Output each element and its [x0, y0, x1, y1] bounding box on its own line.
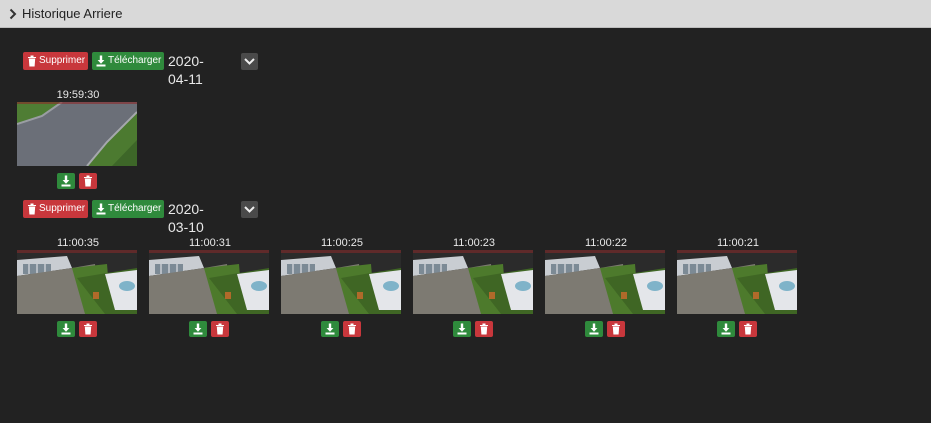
trash-icon [84, 175, 92, 187]
trash-icon [28, 203, 36, 215]
snapshot-time: 11:00:35 [56, 237, 99, 249]
download-icon [721, 323, 731, 335]
download-icon [96, 203, 106, 215]
snapshot-delete-button[interactable] [79, 321, 97, 337]
trash-icon [480, 323, 488, 335]
group-date: 2020-03-10 [168, 201, 204, 235]
snapshot-delete-button[interactable] [607, 321, 625, 337]
snapshot-delete-button[interactable] [211, 321, 229, 337]
yard-image [149, 250, 269, 314]
snapshot-download-button[interactable] [57, 173, 75, 189]
snapshot-download-button[interactable] [189, 321, 207, 337]
snapshot-download-button[interactable] [717, 321, 735, 337]
section-header[interactable]: Historique Arriere [0, 0, 931, 28]
trash-icon [744, 323, 752, 335]
chevron-right-icon [9, 8, 17, 20]
trash-icon [216, 323, 224, 335]
download-icon [589, 323, 599, 335]
yard-image [17, 250, 137, 314]
download-icon [457, 323, 467, 335]
delete-all-label: Supprimer [39, 203, 86, 214]
snapshot-download-button[interactable] [453, 321, 471, 337]
date-dropdown-toggle[interactable] [241, 53, 258, 70]
download-all-button[interactable]: Télécharger [92, 52, 164, 70]
download-all-label: Télécharger [108, 203, 162, 214]
snapshot-card: 11:00:31 [149, 237, 271, 337]
snapshot-thumbnail[interactable] [281, 250, 401, 314]
snapshot-card: 11:00:35 [17, 237, 139, 337]
chevron-down-icon [244, 58, 255, 65]
trash-icon [612, 323, 620, 335]
snapshot-card: 11:00:21 [677, 237, 799, 337]
download-icon [96, 55, 106, 67]
driveway-image [17, 102, 137, 166]
snapshot-delete-button[interactable] [475, 321, 493, 337]
delete-all-label: Supprimer [39, 55, 86, 66]
yard-image [677, 250, 797, 314]
delete-all-button[interactable]: Supprimer [23, 52, 88, 70]
snapshot-download-button[interactable] [321, 321, 339, 337]
yard-image [413, 250, 533, 314]
snapshot-time: 19:59:30 [56, 89, 100, 101]
snapshot-card: 11:00:25 [281, 237, 403, 337]
snapshot-card: 11:00:23 [413, 237, 535, 337]
snapshot-delete-button[interactable] [739, 321, 757, 337]
chevron-down-icon [244, 206, 255, 213]
download-icon [61, 323, 71, 335]
delete-all-button[interactable]: Supprimer [23, 200, 88, 218]
download-icon [61, 175, 71, 187]
snapshot-time: 11:00:25 [320, 237, 363, 249]
download-all-button[interactable]: Télécharger [92, 200, 164, 218]
trash-icon [84, 323, 92, 335]
snapshot-thumbnail[interactable] [677, 250, 797, 314]
snapshot-thumbnail[interactable] [413, 250, 533, 314]
snapshot-thumbnail[interactable] [17, 102, 137, 166]
download-icon [193, 323, 203, 335]
snapshot-thumbnail[interactable] [17, 250, 137, 314]
snapshot-download-button[interactable] [585, 321, 603, 337]
group-date: 2020-04-11 [168, 53, 204, 87]
yard-image [281, 250, 401, 314]
snapshot-time: 11:00:22 [584, 237, 627, 249]
snapshot-thumbnail[interactable] [149, 250, 269, 314]
download-icon [325, 323, 335, 335]
snapshot-thumbnail[interactable] [545, 250, 665, 314]
trash-icon [348, 323, 356, 335]
section-title: Historique Arriere [22, 6, 123, 21]
snapshot-time: 11:00:21 [716, 237, 759, 249]
snapshot-time: 11:00:23 [452, 237, 495, 249]
snapshot-delete-button[interactable] [79, 173, 97, 189]
snapshot-card: 11:00:22 [545, 237, 667, 337]
date-dropdown-toggle[interactable] [241, 201, 258, 218]
snapshot-card: 19:59:30 [17, 89, 139, 189]
snapshot-delete-button[interactable] [343, 321, 361, 337]
trash-icon [28, 55, 36, 67]
yard-image [545, 250, 665, 314]
snapshot-download-button[interactable] [57, 321, 75, 337]
snapshot-time: 11:00:31 [188, 237, 231, 249]
download-all-label: Télécharger [108, 55, 162, 66]
